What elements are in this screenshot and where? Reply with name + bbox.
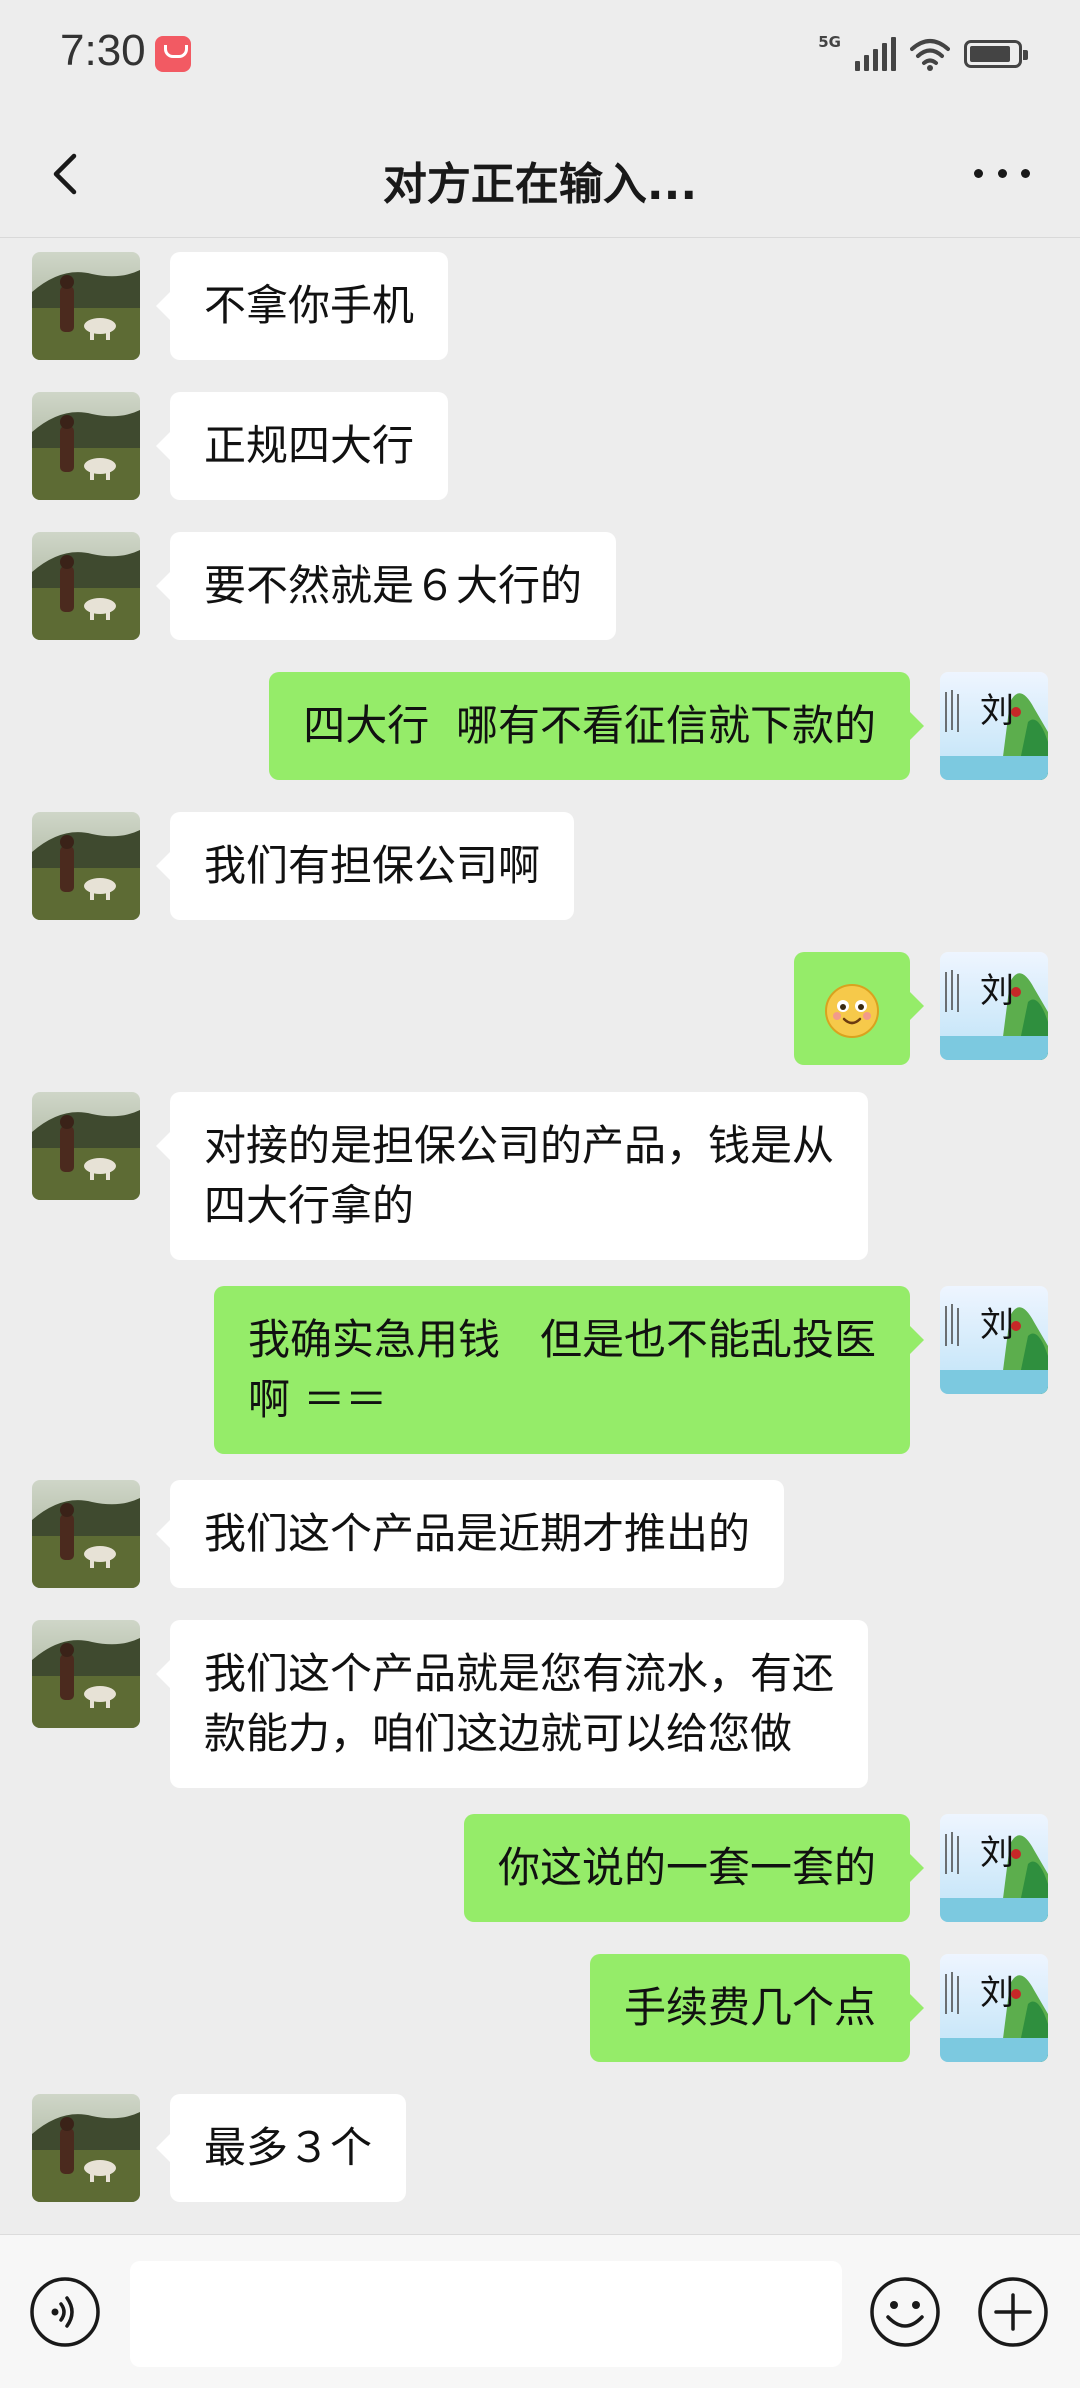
message-row: 刘 你这说的一套一套的 <box>0 1814 1080 1922</box>
sent-message-bubble[interactable] <box>794 952 924 1065</box>
my-avatar[interactable]: 刘 <box>940 1814 1048 1922</box>
received-message-bubble[interactable]: 要不然就是６大行的 <box>155 532 617 640</box>
chat-title: 对方正在输入... <box>382 159 698 210</box>
message-row: 要不然就是６大行的 <box>0 532 1080 640</box>
signal-icon <box>855 37 896 71</box>
message-text: 我们这个产品是近期才推出的 <box>204 1509 751 1558</box>
contact-avatar[interactable] <box>32 2094 140 2202</box>
message-text: 我们有担保公司啊 <box>204 841 541 890</box>
contact-avatar[interactable] <box>32 392 140 500</box>
voice-input-icon[interactable] <box>28 2275 102 2349</box>
emoji-picker-icon[interactable] <box>868 2275 942 2349</box>
contact-avatar[interactable] <box>32 1092 140 1200</box>
received-message-bubble[interactable]: 对接的是担保公司的产品，钱是从 四大行拿的 <box>155 1092 869 1260</box>
message-row: 我们这个产品是近期才推出的 <box>0 1480 1080 1588</box>
message-text: 不拿你手机 <box>204 281 415 330</box>
my-avatar[interactable]: 刘 <box>940 952 1048 1060</box>
message-row: 我们有担保公司啊 <box>0 812 1080 920</box>
sent-message-bubble[interactable]: 四大行 哪有不看征信就下款的 <box>269 672 924 780</box>
received-message-bubble[interactable]: 正规四大行 <box>155 392 449 500</box>
received-message-bubble[interactable]: 我们这个产品就是您有流水，有还 款能力，咱们这边就可以给您做 <box>155 1620 869 1788</box>
my-avatar[interactable]: 刘 <box>940 1286 1048 1394</box>
message-row: 对接的是担保公司的产品，钱是从 四大行拿的 <box>0 1092 1080 1260</box>
message-text: 最多３个 <box>204 2123 373 2172</box>
contact-avatar[interactable] <box>32 252 140 360</box>
message-row: 刘 <box>0 952 1080 1065</box>
received-message-bubble[interactable]: 最多３个 <box>155 2094 407 2202</box>
message-row: 最多３个 <box>0 2094 1080 2202</box>
svg-text:刘: 刘 <box>980 1305 1014 1345</box>
contact-avatar[interactable] <box>32 812 140 920</box>
smiling-face-emoji <box>825 983 879 1038</box>
sent-message-bubble[interactable]: 手续费几个点 <box>589 1954 925 2062</box>
received-message-bubble[interactable]: 不拿你手机 <box>155 252 449 360</box>
more-functions-plus-icon[interactable] <box>976 2275 1050 2349</box>
contact-avatar[interactable] <box>32 1480 140 1588</box>
message-text: 正规四大行 <box>204 421 415 470</box>
my-avatar[interactable]: 刘 <box>940 672 1048 780</box>
message-text: 你这说的一套一套的 <box>497 1843 876 1892</box>
contact-avatar[interactable] <box>32 1620 140 1728</box>
status-time: 7:30 <box>60 26 146 75</box>
sent-message-bubble[interactable]: 我确实急用钱 但是也不能乱投医 啊 ＝＝ <box>213 1286 925 1454</box>
message-text: 要不然就是６大行的 <box>204 561 583 610</box>
svg-text:刘: 刘 <box>980 1833 1014 1873</box>
wifi-icon <box>910 39 950 71</box>
message-text: 对接的是担保公司的产品，钱是从 四大行拿的 <box>204 1121 835 1230</box>
message-row: 我们这个产品就是您有流水，有还 款能力，咱们这边就可以给您做 <box>0 1620 1080 1788</box>
message-text: 手续费几个点 <box>623 1983 876 2032</box>
contact-avatar[interactable] <box>32 532 140 640</box>
shopping-bag-icon <box>155 36 191 72</box>
message-input[interactable] <box>130 2261 842 2367</box>
composer-bar <box>0 2234 1080 2388</box>
message-row: 不拿你手机 <box>0 252 1080 360</box>
network-type-label: 5G <box>818 33 841 51</box>
received-message-bubble[interactable]: 我们这个产品是近期才推出的 <box>155 1480 785 1588</box>
my-avatar[interactable]: 刘 <box>940 1954 1048 2062</box>
received-message-bubble[interactable]: 我们有担保公司啊 <box>155 812 575 920</box>
status-bar: 7:30 5G <box>0 0 1080 110</box>
message-row: 刘 手续费几个点 <box>0 1954 1080 2062</box>
message-text: 四大行 哪有不看征信就下款的 <box>303 701 876 750</box>
svg-text:刘: 刘 <box>980 1973 1014 2013</box>
message-row: 刘 我确实急用钱 但是也不能乱投医 啊 ＝＝ <box>0 1286 1080 1454</box>
svg-text:刘: 刘 <box>980 691 1014 731</box>
chat-header: 对方正在输入... <box>0 110 1080 238</box>
message-row: 刘 四大行 哪有不看征信就下款的 <box>0 672 1080 780</box>
svg-text:刘: 刘 <box>980 971 1014 1011</box>
message-text: 我确实急用钱 但是也不能乱投医 啊 ＝＝ <box>247 1315 876 1424</box>
status-icons: 5G <box>818 32 1028 76</box>
more-options-icon[interactable] <box>974 162 1030 184</box>
sent-message-bubble[interactable]: 你这说的一套一套的 <box>463 1814 925 1922</box>
battery-icon <box>964 40 1028 68</box>
message-row: 正规四大行 <box>0 392 1080 500</box>
message-text: 我们这个产品就是您有流水，有还 款能力，咱们这边就可以给您做 <box>204 1649 835 1758</box>
